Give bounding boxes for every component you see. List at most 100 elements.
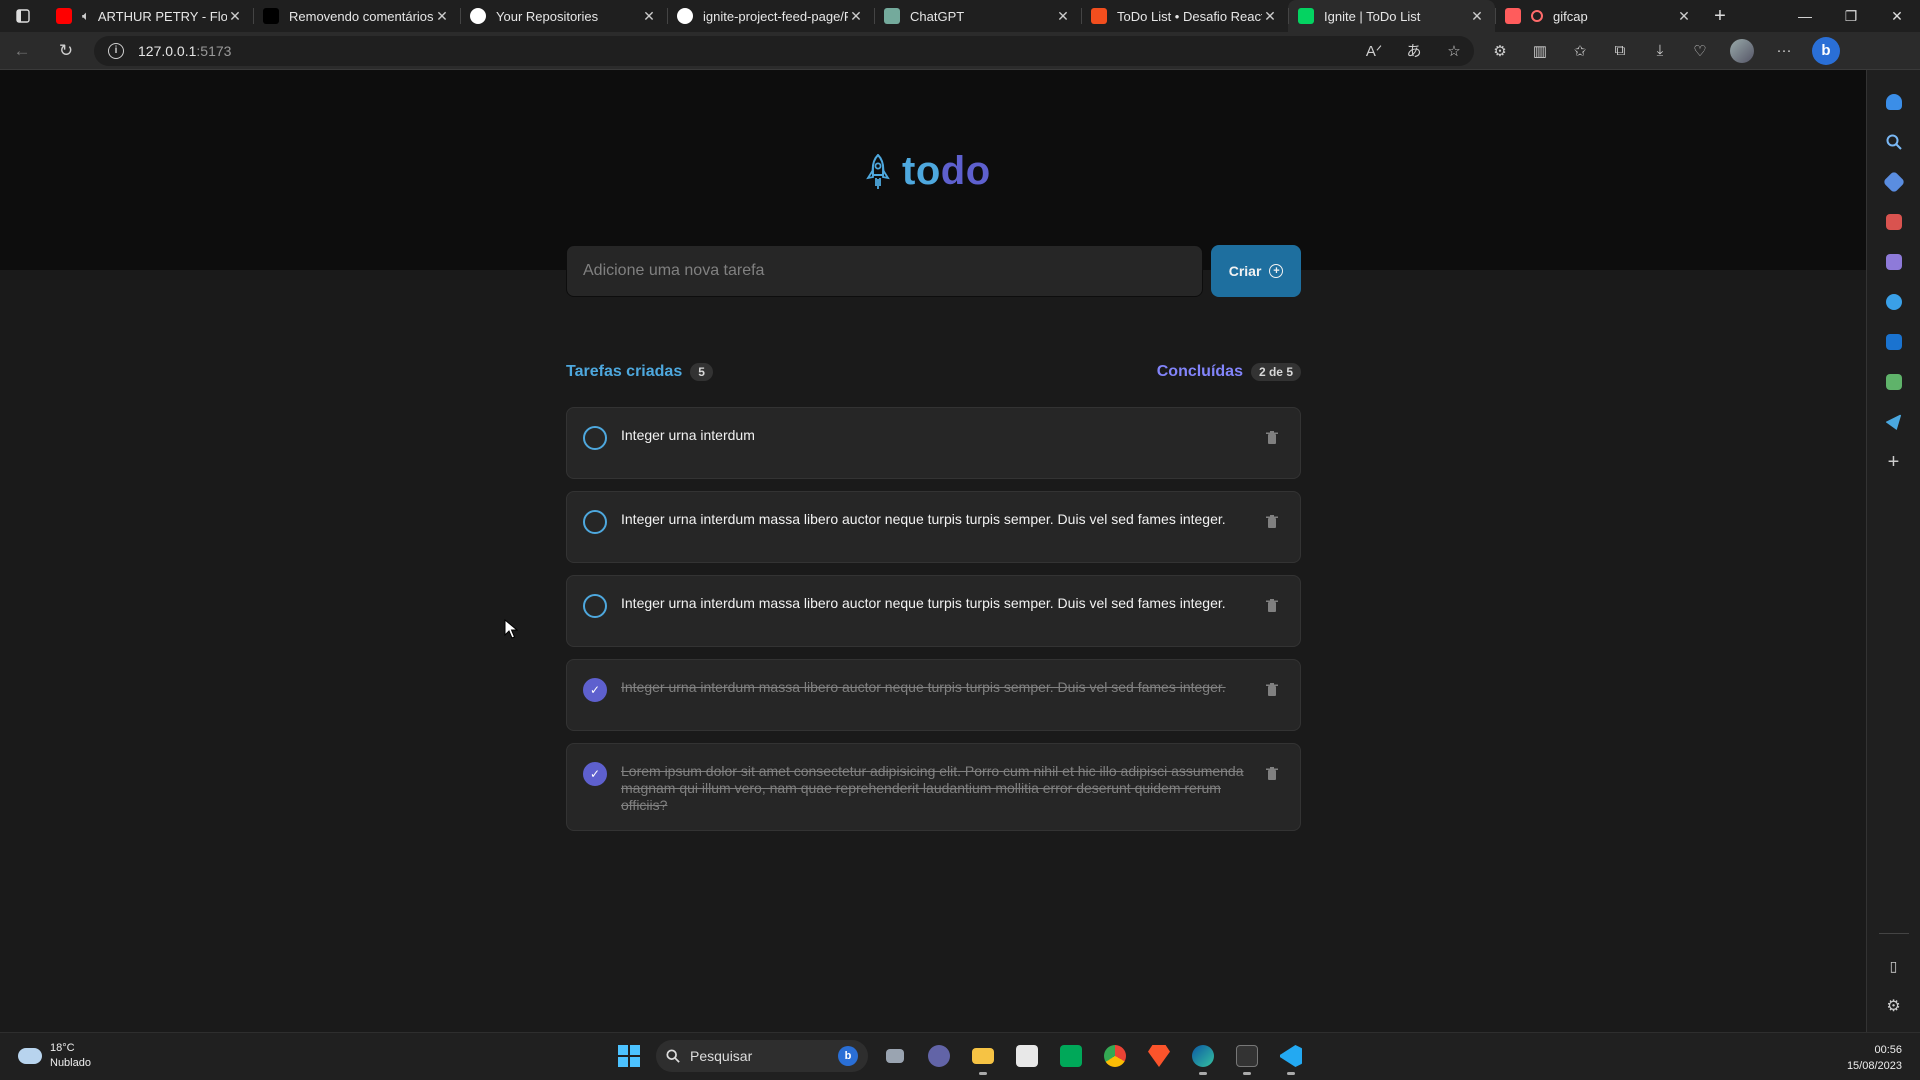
task-text: Lorem ipsum dolor sit amet consectetur a… — [621, 763, 1244, 813]
checked-checkbox-icon[interactable]: ✓ — [583, 678, 607, 702]
close-tab-icon[interactable]: ✕ — [434, 8, 450, 25]
task-text: Integer urna interdum — [621, 427, 755, 443]
file-explorer-icon[interactable] — [966, 1039, 1000, 1075]
search-icon[interactable] — [1876, 122, 1912, 162]
trash-icon[interactable] — [1260, 510, 1284, 534]
bing-copilot-icon[interactable]: b — [1812, 36, 1840, 65]
drop-send-icon[interactable] — [1876, 402, 1912, 442]
browser-essentials-icon[interactable]: ♡ — [1680, 36, 1720, 66]
trash-icon[interactable] — [1260, 762, 1284, 786]
app-title: todo — [902, 149, 991, 194]
split-screen-icon[interactable]: ▥ — [1520, 36, 1560, 66]
notification-bell-icon[interactable] — [1876, 82, 1912, 122]
created-label: Tarefas criadas — [566, 363, 683, 380]
meet-icon[interactable] — [1054, 1039, 1088, 1073]
create-task-label: Criar — [1228, 263, 1262, 279]
unchecked-checkbox-icon[interactable] — [583, 594, 607, 618]
close-tab-icon[interactable]: ✕ — [1469, 8, 1485, 25]
outlook-icon[interactable] — [1876, 322, 1912, 362]
browser-tab[interactable]: ChatGPT ✕ — [874, 0, 1081, 32]
url-field[interactable]: i 127.0.0.1:5173 Aᐟ あ ☆ — [94, 35, 1474, 66]
designer-icon[interactable] — [1876, 362, 1912, 402]
taskbar-search[interactable]: Pesquisar b — [656, 1040, 868, 1072]
created-count-badge: 5 — [690, 363, 713, 381]
add-sidebar-app-icon[interactable]: + — [1876, 442, 1912, 482]
clock-date: 15/08/2023 — [1846, 1060, 1902, 1072]
translate-icon[interactable]: あ — [1394, 36, 1434, 66]
start-button[interactable] — [612, 1039, 646, 1073]
games-icon[interactable] — [1876, 242, 1912, 282]
profile-avatar[interactable] — [1730, 38, 1754, 63]
tools-icon[interactable] — [1876, 202, 1912, 242]
figma-icon — [1091, 8, 1107, 24]
more-menu-icon[interactable]: ··· — [1764, 36, 1804, 66]
close-tab-icon[interactable]: ✕ — [227, 8, 243, 25]
browser-tab[interactable]: ToDo List • Desafio React (✕ — [1081, 0, 1288, 32]
extensions-icon[interactable]: ⚙ — [1480, 36, 1520, 66]
brave-icon[interactable] — [1142, 1039, 1176, 1073]
close-window-button[interactable]: ✕ — [1874, 0, 1920, 32]
browser-tab[interactable]: gifcap ✕ — [1495, 0, 1702, 32]
chatgpt-icon — [884, 8, 900, 24]
microsoft-365-icon[interactable] — [1876, 282, 1912, 322]
new-task-input[interactable] — [566, 245, 1204, 297]
read-aloud-icon[interactable]: Aᐟ — [1354, 36, 1394, 66]
weather-widget[interactable]: 18°C Nublado — [18, 1041, 91, 1071]
browser-tab[interactable]: Your Repositories ✕ — [460, 0, 667, 32]
sticky-notes-icon[interactable] — [1010, 1039, 1044, 1073]
browser-tab[interactable]: Removendo comentários (✕ — [253, 0, 460, 32]
back-icon[interactable]: ← — [0, 32, 44, 70]
site-info-icon[interactable]: i — [108, 42, 124, 59]
system-clock[interactable]: 00:56 15/08/2023 — [1847, 1042, 1902, 1074]
downloads-icon[interactable]: ⤓ — [1640, 36, 1680, 66]
close-tab-icon[interactable]: ✕ — [1676, 8, 1692, 25]
checked-checkbox-icon[interactable]: ✓ — [583, 762, 607, 786]
browser-tab[interactable]: ignite-project-feed-page/R ✕ — [667, 0, 874, 32]
browser-tab[interactable]: Ignite | ToDo List ✕ — [1288, 0, 1495, 32]
chrome-icon[interactable] — [1098, 1039, 1132, 1073]
trash-icon[interactable] — [1260, 426, 1284, 450]
tab-actions-icon[interactable] — [0, 0, 46, 32]
collections-icon[interactable]: ⧉ — [1600, 36, 1640, 66]
minimize-button[interactable]: — — [1782, 0, 1828, 32]
edge-icon[interactable] — [1186, 1039, 1220, 1075]
tab-title: Removendo comentários ( — [289, 8, 434, 24]
trash-icon[interactable] — [1260, 678, 1284, 702]
unchecked-checkbox-icon[interactable] — [583, 426, 607, 450]
task-item: ✓ Integer urna interdum massa libero auct… — [566, 659, 1301, 731]
task-item: Integer urna interdum massa libero aucto… — [566, 575, 1301, 647]
speaker-icon[interactable]: 🔈︎ — [82, 8, 90, 24]
bing-icon: b — [838, 1046, 858, 1066]
favorite-star-icon[interactable]: ☆ — [1434, 36, 1474, 66]
close-tab-icon[interactable]: ✕ — [848, 8, 864, 25]
create-task-button[interactable]: Criar + — [1211, 245, 1301, 297]
favorites-icon[interactable]: ✩ — [1560, 36, 1600, 66]
close-tab-icon[interactable]: ✕ — [641, 8, 657, 25]
hide-sidebar-icon[interactable]: ▯ — [1876, 946, 1912, 986]
teams-icon[interactable] — [922, 1039, 956, 1073]
close-tab-icon[interactable]: ✕ — [1262, 8, 1278, 25]
unchecked-checkbox-icon[interactable] — [583, 510, 607, 534]
sidebar-settings-icon[interactable]: ⚙ — [1876, 986, 1912, 1026]
browser-tab[interactable]: 🔈︎ ARTHUR PETRY - Flow ✕ — [46, 0, 253, 32]
temperature: 18°C — [50, 1042, 75, 1054]
new-task-form: Criar + — [566, 245, 1301, 297]
terminal-icon[interactable] — [1230, 1039, 1264, 1075]
task-text: Integer urna interdum massa libero aucto… — [621, 595, 1226, 611]
restore-button[interactable]: ❐ — [1828, 0, 1874, 32]
close-tab-icon[interactable]: ✕ — [1055, 8, 1071, 25]
tab-title: ignite-project-feed-page/R — [703, 8, 848, 24]
task-counters: Tarefas criadas 5 Concluídas 2 de 5 — [566, 363, 1301, 381]
trash-icon[interactable] — [1260, 594, 1284, 618]
clock-time: 00:56 — [1874, 1044, 1902, 1056]
reload-icon[interactable]: ↻ — [44, 32, 88, 70]
task-view-icon[interactable] — [878, 1039, 912, 1073]
tab-title: Ignite | ToDo List — [1324, 8, 1421, 24]
taskbar-apps: Pesquisar b — [612, 1039, 1308, 1075]
recording-icon — [1531, 10, 1543, 22]
url-text: 127.0.0.1:5173 — [138, 43, 231, 59]
new-tab-button[interactable]: + — [1702, 0, 1738, 32]
shopping-tag-icon[interactable] — [1876, 162, 1912, 202]
task-item: Integer urna interdum — [566, 407, 1301, 479]
vscode-icon[interactable] — [1274, 1039, 1308, 1075]
